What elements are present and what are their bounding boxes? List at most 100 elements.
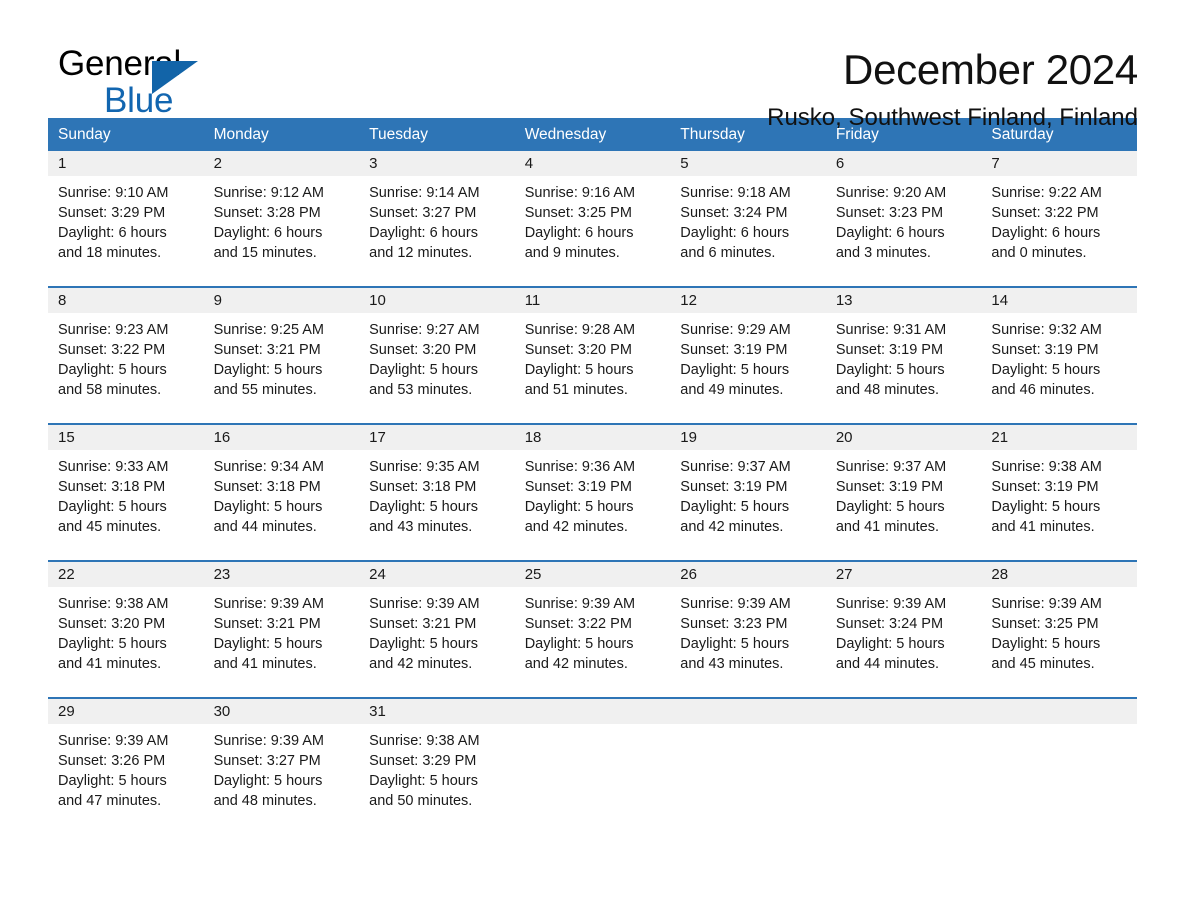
day-cell[interactable]: Sunrise: 9:16 AM Sunset: 3:25 PM Daylight:… bbox=[515, 176, 671, 286]
day-number-band: 29 30 31 bbox=[48, 699, 1137, 724]
daylight-1-text: Daylight: 5 hours bbox=[369, 499, 478, 515]
sunrise-text: Sunrise: 9:33 AM bbox=[58, 459, 169, 475]
day-cell[interactable]: Sunrise: 9:39 AM Sunset: 3:21 PM Daylight:… bbox=[204, 587, 360, 697]
sunset-text: Sunset: 3:26 PM bbox=[58, 753, 166, 769]
day-number: 2 bbox=[213, 155, 222, 172]
sunset-text: Sunset: 3:19 PM bbox=[680, 342, 788, 358]
day-number: 24 bbox=[369, 566, 386, 583]
day-cell[interactable]: Sunrise: 9:37 AM Sunset: 3:19 PM Daylight:… bbox=[826, 450, 982, 560]
day-cells-row: Sunrise: 9:33 AM Sunset: 3:18 PM Daylight:… bbox=[48, 450, 1137, 560]
day-cell[interactable]: Sunrise: 9:39 AM Sunset: 3:27 PM Daylight:… bbox=[204, 724, 360, 828]
day-number bbox=[826, 699, 982, 724]
weekday-wednesday: Wednesday bbox=[524, 126, 607, 143]
day-cell[interactable] bbox=[670, 724, 826, 828]
sunset-text: Sunset: 3:19 PM bbox=[835, 479, 944, 495]
daylight-2-text: and 41 minutes. bbox=[213, 656, 317, 672]
daylight-2-text: and 42 minutes. bbox=[524, 519, 628, 535]
sunrise-text: Sunrise: 9:37 AM bbox=[835, 459, 947, 475]
day-cell[interactable]: Sunrise: 9:12 AM Sunset: 3:28 PM Daylight:… bbox=[204, 176, 360, 286]
day-cell[interactable]: Sunrise: 9:35 AM Sunset: 3:18 PM Daylight:… bbox=[359, 450, 515, 560]
day-cell[interactable] bbox=[515, 724, 671, 828]
daylight-1-text: Daylight: 5 hours bbox=[991, 362, 1101, 378]
daylight-2-text: and 3 minutes. bbox=[835, 245, 931, 261]
day-cell[interactable]: Sunrise: 9:34 AM Sunset: 3:18 PM Daylight:… bbox=[204, 450, 360, 560]
day-cell[interactable]: Sunrise: 9:22 AM Sunset: 3:22 PM Daylight:… bbox=[981, 176, 1137, 286]
day-cell[interactable]: Sunrise: 9:10 AM Sunset: 3:29 PM Daylight:… bbox=[48, 176, 204, 286]
sunrise-text: Sunrise: 9:32 AM bbox=[991, 322, 1102, 338]
day-number bbox=[670, 699, 826, 724]
sunrise-text: Sunrise: 9:22 AM bbox=[991, 185, 1102, 201]
sunrise-text: Sunrise: 9:39 AM bbox=[524, 596, 636, 612]
day-number: 16 bbox=[213, 429, 231, 446]
daylight-1-text: Daylight: 5 hours bbox=[524, 362, 634, 378]
day-cell[interactable]: Sunrise: 9:20 AM Sunset: 3:23 PM Daylight:… bbox=[826, 176, 982, 286]
day-cell[interactable]: Sunrise: 9:38 AM Sunset: 3:29 PM Daylight:… bbox=[359, 724, 515, 828]
day-cell[interactable]: Sunrise: 9:27 AM Sunset: 3:20 PM Daylight:… bbox=[359, 313, 515, 423]
generalblue-logo[interactable]: General Blue bbox=[48, 45, 248, 123]
daylight-2-text: and 48 minutes. bbox=[213, 793, 317, 809]
daylight-2-text: and 45 minutes. bbox=[991, 656, 1095, 672]
day-cell[interactable]: Sunrise: 9:36 AM Sunset: 3:19 PM Daylight:… bbox=[515, 450, 671, 560]
day-cells-row: Sunrise: 9:10 AM Sunset: 3:29 PM Daylight:… bbox=[48, 176, 1137, 286]
day-cell[interactable]: Sunrise: 9:14 AM Sunset: 3:27 PM Daylight:… bbox=[359, 176, 515, 286]
sunset-text: Sunset: 3:27 PM bbox=[369, 205, 477, 221]
day-cell[interactable]: Sunrise: 9:23 AM Sunset: 3:22 PM Daylight:… bbox=[48, 313, 204, 423]
sunset-text: Sunset: 3:19 PM bbox=[835, 342, 944, 358]
daylight-1-text: Daylight: 6 hours bbox=[991, 225, 1101, 241]
day-cell[interactable]: Sunrise: 9:39 AM Sunset: 3:21 PM Daylight:… bbox=[359, 587, 515, 697]
day-number-band: 15 16 17 18 19 20 21 bbox=[48, 425, 1137, 450]
weekday-saturday: Saturday bbox=[991, 126, 1054, 143]
day-number: 7 bbox=[991, 155, 1000, 172]
sunset-text: Sunset: 3:18 PM bbox=[58, 479, 166, 495]
sunrise-text: Sunrise: 9:39 AM bbox=[369, 596, 480, 612]
daylight-1-text: Daylight: 6 hours bbox=[369, 225, 478, 241]
day-cell[interactable]: Sunrise: 9:39 AM Sunset: 3:24 PM Daylight:… bbox=[826, 587, 982, 697]
daylight-2-text: and 41 minutes. bbox=[58, 656, 162, 672]
sunrise-text: Sunrise: 9:39 AM bbox=[835, 596, 947, 612]
calendar-week-row: 8 9 10 11 12 13 14 Sunrise: 9:23 AM Sunset: 3:22… bbox=[48, 286, 1137, 423]
calendar-week-row: 22 23 24 25 26 27 28 Sunrise: 9:38 AM Sunset: 3:… bbox=[48, 560, 1137, 697]
sunset-text: Sunset: 3:19 PM bbox=[680, 479, 788, 495]
day-cell[interactable]: Sunrise: 9:38 AM Sunset: 3:19 PM Daylight:… bbox=[981, 450, 1137, 560]
sunset-text: Sunset: 3:22 PM bbox=[58, 342, 166, 358]
calendar-weeks: 1 2 3 4 5 6 7 Sunrise: 9:10 AM Sunset: 3:29 PM Da… bbox=[48, 151, 1137, 828]
day-cell[interactable]: Sunrise: 9:33 AM Sunset: 3:18 PM Daylight:… bbox=[48, 450, 204, 560]
day-number: 10 bbox=[369, 292, 386, 309]
day-cell[interactable] bbox=[981, 724, 1137, 828]
daylight-2-text: and 45 minutes. bbox=[58, 519, 162, 535]
daylight-1-text: Daylight: 5 hours bbox=[835, 362, 945, 378]
daylight-2-text: and 9 minutes. bbox=[524, 245, 620, 261]
day-cell[interactable]: Sunrise: 9:31 AM Sunset: 3:19 PM Daylight:… bbox=[826, 313, 982, 423]
sunset-text: Sunset: 3:20 PM bbox=[524, 342, 632, 358]
day-cell[interactable]: Sunrise: 9:37 AM Sunset: 3:19 PM Daylight:… bbox=[670, 450, 826, 560]
daylight-2-text: and 41 minutes. bbox=[835, 519, 940, 535]
day-cell[interactable]: Sunrise: 9:18 AM Sunset: 3:24 PM Daylight:… bbox=[670, 176, 826, 286]
day-cell[interactable] bbox=[826, 724, 982, 828]
day-number: 17 bbox=[369, 429, 386, 446]
sunrise-text: Sunrise: 9:34 AM bbox=[213, 459, 324, 475]
daylight-2-text: and 6 minutes. bbox=[680, 245, 776, 261]
day-cell[interactable]: Sunrise: 9:39 AM Sunset: 3:26 PM Daylight:… bbox=[48, 724, 204, 828]
day-cell[interactable]: Sunrise: 9:39 AM Sunset: 3:22 PM Daylight:… bbox=[515, 587, 671, 697]
sunrise-text: Sunrise: 9:23 AM bbox=[58, 322, 169, 338]
daylight-1-text: Daylight: 6 hours bbox=[680, 225, 790, 241]
daylight-2-text: and 51 minutes. bbox=[524, 382, 628, 398]
day-cell[interactable]: Sunrise: 9:25 AM Sunset: 3:21 PM Daylight:… bbox=[204, 313, 360, 423]
sunrise-text: Sunrise: 9:39 AM bbox=[58, 733, 169, 749]
daylight-2-text: and 46 minutes. bbox=[991, 382, 1095, 398]
day-number: 28 bbox=[991, 566, 1009, 583]
day-number: 14 bbox=[991, 292, 1009, 309]
day-cell[interactable]: Sunrise: 9:38 AM Sunset: 3:20 PM Daylight:… bbox=[48, 587, 204, 697]
day-cell[interactable]: Sunrise: 9:39 AM Sunset: 3:25 PM Daylight:… bbox=[981, 587, 1137, 697]
day-cell[interactable]: Sunrise: 9:28 AM Sunset: 3:20 PM Daylight:… bbox=[515, 313, 671, 423]
daylight-1-text: Daylight: 5 hours bbox=[369, 636, 478, 652]
day-cell[interactable]: Sunrise: 9:29 AM Sunset: 3:19 PM Daylight:… bbox=[670, 313, 826, 423]
daylight-1-text: Daylight: 5 hours bbox=[835, 636, 945, 652]
daylight-2-text: and 44 minutes. bbox=[835, 656, 940, 672]
sunrise-text: Sunrise: 9:29 AM bbox=[680, 322, 791, 338]
day-cell[interactable]: Sunrise: 9:39 AM Sunset: 3:23 PM Daylight:… bbox=[670, 587, 826, 697]
day-cell[interactable]: Sunrise: 9:32 AM Sunset: 3:19 PM Daylight:… bbox=[981, 313, 1137, 423]
logo-text-blue: Blue bbox=[104, 81, 174, 120]
day-number: 23 bbox=[213, 566, 231, 583]
sunset-text: Sunset: 3:23 PM bbox=[835, 205, 944, 221]
